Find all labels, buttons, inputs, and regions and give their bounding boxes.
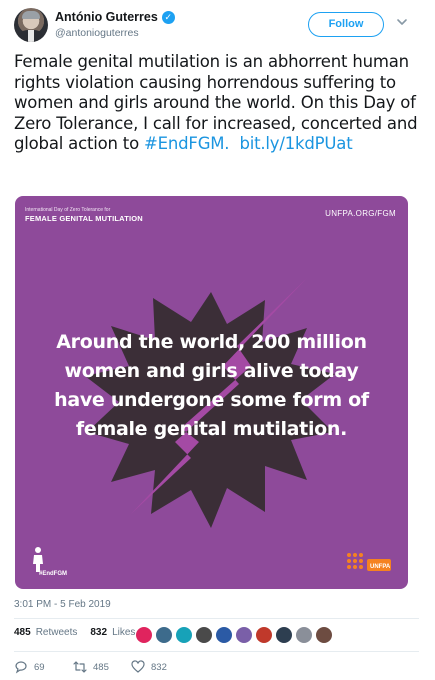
tweet-header: António Guterres ✓ @antonioguterres Foll…	[0, 0, 435, 50]
liker-avatar[interactable]	[195, 626, 213, 644]
media-source-url: UNFPA.ORG/FGM	[325, 209, 396, 218]
like-count[interactable]: 832	[90, 627, 107, 638]
follow-button[interactable]: Follow	[308, 12, 384, 37]
author-name-row[interactable]: António Guterres ✓	[55, 10, 175, 24]
chevron-down-icon[interactable]	[395, 15, 409, 29]
avatar[interactable]	[14, 8, 48, 42]
liker-avatars	[135, 626, 333, 644]
liker-avatar[interactable]	[315, 626, 333, 644]
liker-avatar[interactable]	[295, 626, 313, 644]
tweet-text: Female genital mutilation is an abhorren…	[14, 52, 422, 155]
unfpa-logo-text: UNFPA	[370, 564, 391, 570]
tweet-actions: 69 485 832	[0, 660, 435, 678]
media-quote: Around the world, 200 million women and …	[54, 331, 369, 440]
retweets-label[interactable]: Retweets	[36, 627, 78, 638]
tweet-timestamp[interactable]: 3:01 PM - 5 Feb 2019	[14, 599, 111, 610]
like-action-count: 832	[151, 661, 167, 673]
unfpa-logo-icon	[347, 553, 391, 571]
reply-count: 69	[34, 661, 45, 673]
liker-avatar[interactable]	[175, 626, 193, 644]
media-event-subtitle: International Day of Zero Tolerance for	[25, 207, 111, 213]
liker-avatar[interactable]	[155, 626, 173, 644]
heart-icon	[131, 660, 145, 673]
tweet-media-image[interactable]: International Day of Zero Tolerance for …	[15, 196, 408, 589]
divider	[14, 618, 419, 619]
liker-avatar[interactable]	[235, 626, 253, 644]
media-event-title: FEMALE GENITAL MUTILATION	[25, 214, 143, 223]
hashtag-link[interactable]: #EndFGM.	[144, 134, 230, 153]
liker-avatar[interactable]	[215, 626, 233, 644]
retweet-count[interactable]: 485	[14, 627, 31, 638]
like-button[interactable]: 832	[131, 660, 167, 674]
url-link[interactable]: bit.ly/1kdPUat	[239, 134, 352, 153]
retweet-button[interactable]: 485	[73, 660, 109, 674]
author-handle[interactable]: @antonioguterres	[55, 27, 139, 39]
venus-figure-icon	[33, 547, 43, 572]
reply-button[interactable]: 69	[14, 660, 45, 674]
retweet-action-count: 485	[93, 661, 109, 673]
verified-badge-icon: ✓	[161, 10, 175, 24]
liker-avatar[interactable]	[135, 626, 153, 644]
reply-icon	[15, 661, 27, 674]
likes-label[interactable]: Likes	[112, 627, 135, 638]
tweet-stats: 485 Retweets 832 Likes	[14, 627, 143, 638]
divider	[14, 651, 419, 652]
media-hashtag: #EndFGM	[39, 571, 67, 577]
author-name[interactable]: António Guterres	[55, 10, 158, 24]
retweet-icon	[73, 661, 87, 673]
liker-avatar[interactable]	[255, 626, 273, 644]
liker-avatar[interactable]	[275, 626, 293, 644]
